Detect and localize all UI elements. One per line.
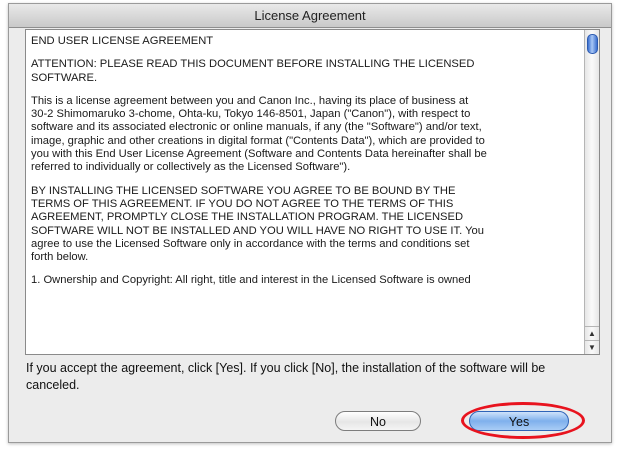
license-paragraph: 1. Ownership and Copyright: All right, t… bbox=[31, 274, 471, 287]
scroll-thumb[interactable] bbox=[587, 34, 598, 54]
license-text-area[interactable]: END USER LICENSE AGREEMENT ATTENTION: PL… bbox=[25, 29, 600, 355]
instruction-text: If you accept the agreement, click [Yes]… bbox=[26, 361, 546, 392]
yes-highlight-circle bbox=[461, 402, 585, 439]
up-arrow-icon[interactable]: ▲ bbox=[585, 326, 599, 340]
window-title: License Agreement bbox=[9, 4, 611, 28]
license-heading: END USER LICENSE AGREEMENT bbox=[31, 35, 214, 47]
license-dialog: License Agreement END USER LICENSE AGREE… bbox=[8, 3, 612, 443]
no-button[interactable]: No bbox=[335, 411, 421, 431]
license-paragraph: This is a license agreement between you … bbox=[31, 94, 487, 174]
license-paragraph: BY INSTALLING THE LICENSED SOFTWARE YOU … bbox=[31, 184, 484, 264]
license-attention: ATTENTION: PLEASE READ THIS DOCUMENT BEF… bbox=[31, 58, 475, 84]
license-text: END USER LICENSE AGREEMENT ATTENTION: PL… bbox=[31, 35, 579, 298]
vertical-scrollbar[interactable]: ▲ ▼ bbox=[584, 30, 599, 354]
down-arrow-icon[interactable]: ▼ bbox=[585, 340, 599, 354]
